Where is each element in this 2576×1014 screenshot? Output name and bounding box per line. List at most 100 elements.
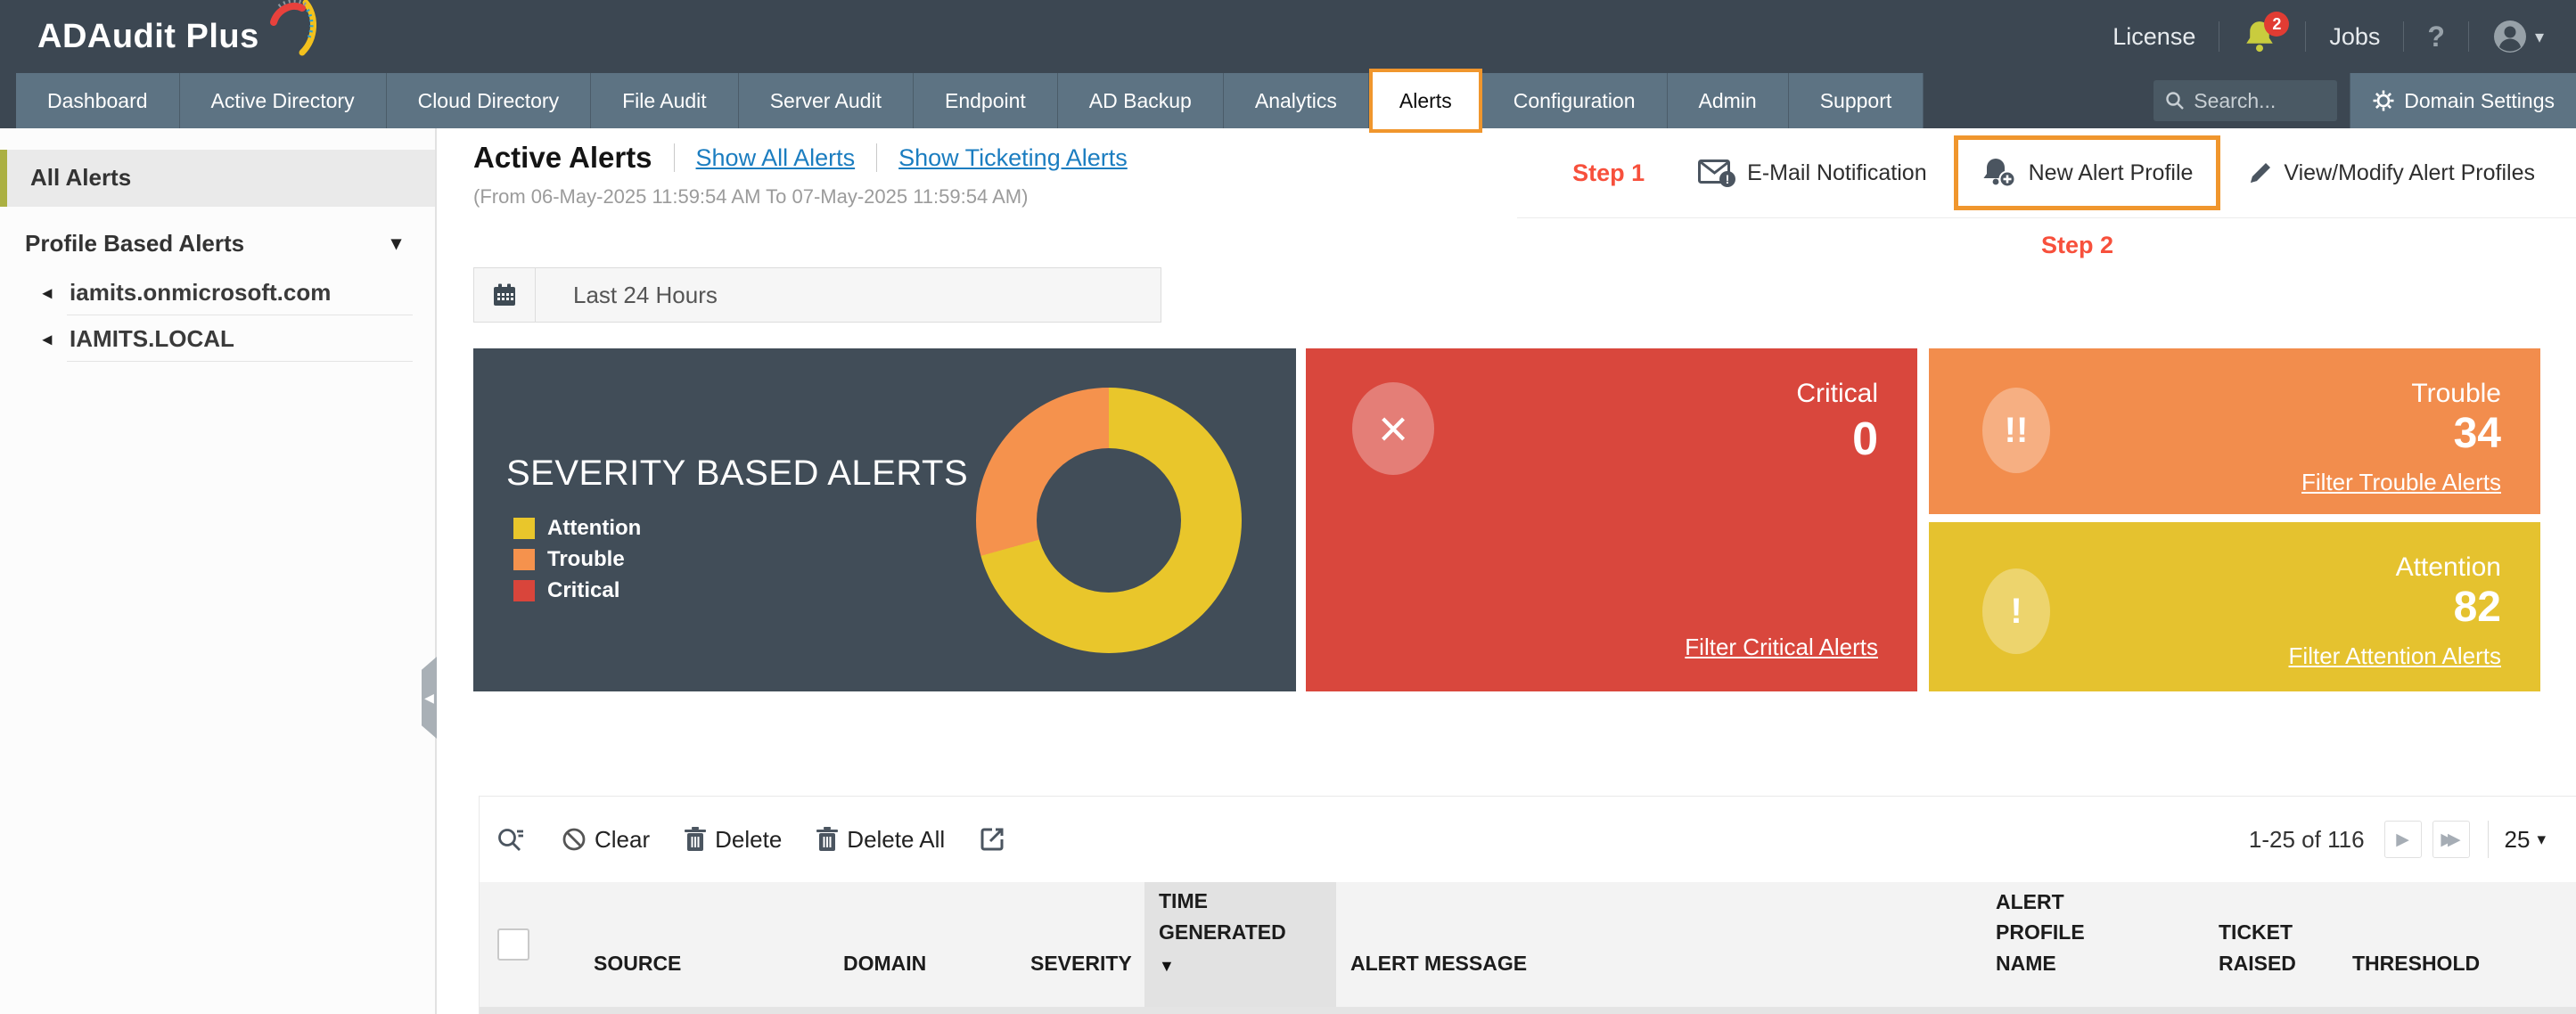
legend-label: Attention (547, 516, 641, 541)
sidebar-item-all-alerts[interactable]: All Alerts (0, 150, 435, 207)
delete-all-label: Delete All (847, 826, 945, 854)
chevron-down-icon: ▾ (2537, 830, 2546, 850)
critical-x-icon: × (1352, 382, 1434, 475)
search-placeholder: Search... (2194, 89, 2276, 113)
help-button[interactable]: ? (2427, 20, 2445, 53)
trouble-exclamation-icon: !! (1982, 388, 2050, 473)
view-modify-alert-profiles-button[interactable]: View/Modify Alert Profiles (2247, 159, 2535, 186)
card-count: 82 (2396, 583, 2501, 632)
legend-item-critical: Critical (513, 578, 641, 603)
notification-badge: 2 (2264, 12, 2289, 37)
tab-dashboard[interactable]: Dashboard (16, 73, 180, 128)
avatar-icon (2492, 19, 2528, 54)
show-all-alerts-link[interactable]: Show All Alerts (696, 144, 856, 172)
clear-icon (562, 827, 587, 852)
search-icon (2164, 90, 2186, 111)
topbar-menu: License 2 Jobs ? (2112, 19, 2544, 54)
legend-swatch-critical (513, 580, 535, 601)
sidebar-item-label: IAMITS.LOCAL (70, 325, 234, 353)
chevron-left-icon: ◂ (43, 328, 52, 350)
trash-icon (816, 826, 839, 853)
clear-button[interactable]: Clear (562, 826, 650, 854)
sort-desc-icon: ▼ (1159, 954, 1292, 978)
column-header-ticket-raised[interactable]: TICKET RAISED (2204, 882, 2338, 1007)
chevron-down-icon: ▾ (2535, 26, 2544, 48)
last-page-button[interactable]: ▶▶ (2432, 821, 2470, 858)
top-bar: ADAudit Plus License (0, 0, 2576, 73)
next-page-button[interactable]: ▶ (2384, 821, 2422, 858)
sidebar-group-label: Profile Based Alerts (25, 230, 244, 258)
date-filter-value: Last 24 Hours (536, 282, 718, 309)
tab-endpoint[interactable]: Endpoint (914, 73, 1058, 128)
legend-item-attention: Attention (513, 516, 641, 541)
tab-support[interactable]: Support (1789, 73, 1924, 128)
tab-cloud-directory[interactable]: Cloud Directory (387, 73, 592, 128)
chart-legend: Attention Trouble Critical (513, 516, 641, 603)
critical-card: × Critical 0 Filter Critical Alerts (1306, 348, 1917, 691)
chevron-left-icon: ◂ (43, 282, 52, 304)
severity-based-alerts-panel: SEVERITY BASED ALERTS Attention Trouble … (473, 348, 1296, 691)
sidebar-item-domain[interactable]: ◂ IAMITS.LOCAL (0, 315, 435, 362)
table-toolbar: Clear De (480, 797, 2576, 882)
calendar-icon[interactable] (474, 268, 536, 322)
page-size-select[interactable]: 25 ▾ (2505, 826, 2546, 854)
logo-swirl-icon (261, 0, 316, 61)
delete-button[interactable]: Delete (684, 826, 782, 854)
date-filter[interactable]: Last 24 Hours (473, 267, 1161, 323)
column-header-severity[interactable]: SEVERITY (1016, 882, 1144, 1007)
tab-admin[interactable]: Admin (1668, 73, 1789, 128)
attention-card: ! Attention 82 Filter Attention Alerts (1929, 522, 2540, 691)
sidebar-item-domain[interactable]: ◂ iamits.onmicrosoft.com (0, 269, 435, 315)
divider (1517, 217, 2576, 218)
alerts-table: Clear De (479, 796, 2576, 1014)
clear-label: Clear (595, 826, 650, 854)
column-header-time-generated[interactable]: TIME GENERATED ▼ (1144, 882, 1336, 1007)
column-header-domain[interactable]: DOMAIN (829, 882, 1016, 1007)
email-notification-button[interactable]: ! E-Mail Notification (1698, 158, 1926, 188)
select-all-checkbox[interactable] (497, 928, 529, 961)
page-size-value: 25 (2505, 826, 2531, 854)
notifications-button[interactable]: 2 (2243, 19, 2282, 54)
trouble-card: !! Trouble 34 Filter Trouble Alerts (1929, 348, 2540, 514)
attention-exclamation-icon: ! (1982, 568, 2050, 654)
domain-settings-button[interactable]: Domain Settings (2350, 73, 2576, 128)
chart-title: SEVERITY BASED ALERTS (506, 454, 968, 494)
column-header-alert-message[interactable]: ALERT MESSAGE (1336, 882, 1981, 1007)
search-input[interactable]: Search... (2154, 80, 2337, 121)
jobs-link[interactable]: Jobs (2329, 23, 2380, 51)
sidebar-group-profile-based-alerts[interactable]: Profile Based Alerts ▾ (0, 217, 435, 269)
tab-active-directory[interactable]: Active Directory (180, 73, 387, 128)
topbar-divider (2305, 21, 2306, 52)
filter-trouble-alerts-link[interactable]: Filter Trouble Alerts (2301, 469, 2501, 496)
column-header-label: TIME GENERATED (1159, 886, 1292, 947)
app-logo[interactable]: ADAudit Plus (37, 12, 316, 61)
domain-settings-label: Domain Settings (2404, 89, 2555, 113)
tab-analytics[interactable]: Analytics (1224, 73, 1369, 128)
chevron-down-icon: ▾ (391, 232, 401, 255)
legend-label: Trouble (547, 547, 625, 572)
user-menu[interactable]: ▾ (2492, 19, 2544, 54)
step2-annotation: Step 2 (2041, 232, 2113, 259)
tab-configuration[interactable]: Configuration (1482, 73, 1668, 128)
new-alert-profile-button[interactable]: New Alert Profile (1981, 156, 2194, 190)
table-header-row: SOURCE DOMAIN SEVERITY TIME GENERATED ▼ … (480, 882, 2576, 1007)
sidebar-collapse-handle[interactable]: ◀ (422, 657, 437, 739)
search-filter-button[interactable] (496, 825, 526, 854)
show-ticketing-alerts-link[interactable]: Show Ticketing Alerts (898, 144, 1128, 172)
new-alert-profile-label: New Alert Profile (2029, 160, 2194, 186)
column-header-threshold[interactable]: THRESHOLD (2338, 882, 2576, 1007)
filter-critical-alerts-link[interactable]: Filter Critical Alerts (1685, 634, 1878, 661)
column-header-source[interactable]: SOURCE (579, 882, 829, 1007)
filter-attention-alerts-link[interactable]: Filter Attention Alerts (2289, 642, 2501, 670)
license-link[interactable]: License (2112, 23, 2195, 51)
divider (674, 143, 675, 172)
page-title: Active Alerts (473, 141, 652, 175)
tab-alerts[interactable]: Alerts (1369, 69, 1482, 133)
delete-all-button[interactable]: Delete All (816, 826, 945, 854)
tab-server-audit[interactable]: Server Audit (739, 73, 914, 128)
tab-ad-backup[interactable]: AD Backup (1058, 73, 1224, 128)
column-header-alert-profile-name[interactable]: ALERT PROFILE NAME (1981, 882, 2204, 1007)
export-icon[interactable] (979, 826, 1005, 853)
tab-file-audit[interactable]: File Audit (591, 73, 739, 128)
pencil-icon (2247, 159, 2274, 186)
